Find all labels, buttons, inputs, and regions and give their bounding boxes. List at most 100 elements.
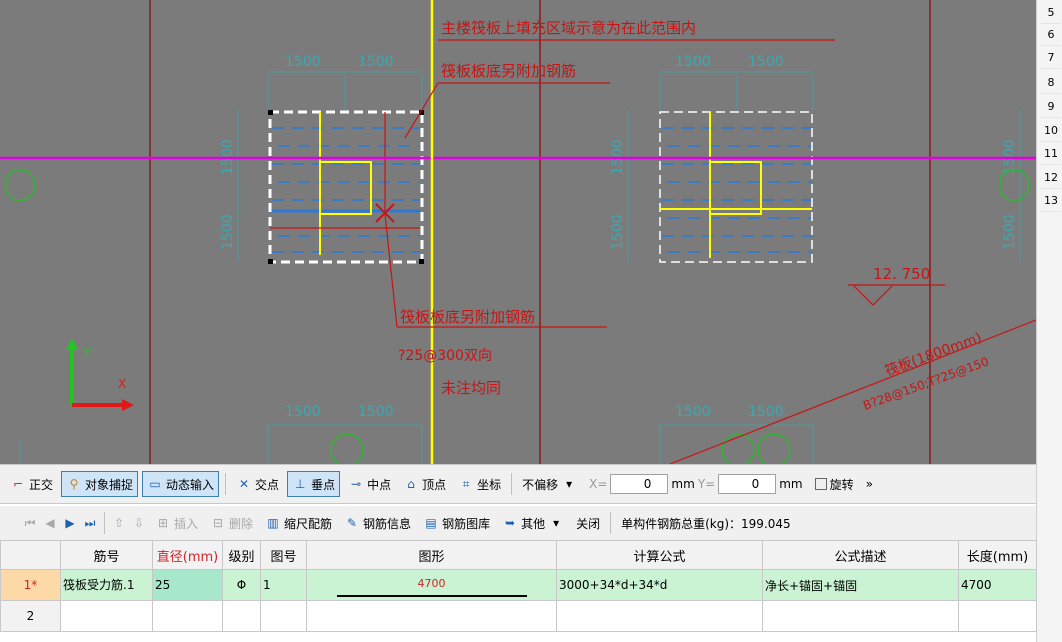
column-header[interactable]: 计算公式 bbox=[556, 540, 763, 570]
intersection-button[interactable]: ✕ 交点 bbox=[232, 472, 283, 496]
other-icon: ➥ bbox=[505, 516, 516, 530]
vertex-label: 顶点 bbox=[422, 477, 447, 492]
shape-value: 4700 bbox=[417, 577, 446, 590]
midpoint-label: 中点 bbox=[367, 477, 392, 492]
fill-note-text: 主楼筏板上填充区域示意为在此范围内 bbox=[441, 19, 696, 37]
next-record-icon[interactable]: ▶ bbox=[62, 515, 78, 531]
length-cell[interactable]: 4700 bbox=[958, 569, 1037, 601]
grade-cell[interactable] bbox=[222, 600, 261, 632]
intersection-icon: ✕ bbox=[239, 477, 250, 491]
insert-icon: ⊞ bbox=[157, 516, 169, 530]
perpendicular-button[interactable]: ⊥ 垂点 bbox=[287, 471, 341, 497]
row-number-cell[interactable]: 1* bbox=[0, 569, 61, 601]
dimension-text: 1500 bbox=[1002, 214, 1018, 250]
rebar-library-button[interactable]: ▤ 钢筋图库 bbox=[419, 511, 494, 535]
row-number: 6 bbox=[1041, 25, 1061, 46]
shape-cell[interactable]: 4700 bbox=[306, 569, 557, 601]
perpendicular-label: 垂点 bbox=[311, 477, 336, 492]
vertex-button[interactable]: ⌂ 顶点 bbox=[399, 472, 450, 496]
figure-number-cell[interactable]: 1 bbox=[260, 569, 307, 601]
move-up-icon[interactable]: ⇧ bbox=[111, 515, 127, 531]
delete-button[interactable]: ⊟ 删除 bbox=[206, 511, 257, 535]
row-number-header bbox=[0, 540, 61, 570]
pile-cap-left bbox=[268, 110, 424, 264]
rotate-toggle[interactable]: 旋转 bbox=[811, 472, 858, 496]
elevation-text: 12. 750 bbox=[873, 265, 930, 283]
ortho-button[interactable]: ⌐ 正交 bbox=[6, 472, 57, 496]
diameter-cell[interactable] bbox=[152, 600, 223, 632]
midpoint-icon: ⊸ bbox=[351, 477, 362, 491]
dimension-text: 1500 bbox=[675, 404, 711, 420]
coordinate-button[interactable]: ⌗ 坐标 bbox=[454, 472, 505, 496]
extra-rebar-text-top: 筏板板底另附加钢筋 bbox=[441, 62, 576, 80]
column-header[interactable]: 筋号 bbox=[60, 540, 153, 570]
checkbox-icon[interactable] bbox=[814, 478, 827, 490]
dynamic-input-label: 动态输入 bbox=[166, 477, 215, 492]
cad-drawing[interactable]: 1500 1500 1500 1500 1500 1500 1500 1500 … bbox=[0, 0, 1036, 464]
other-label: 其他 bbox=[521, 516, 546, 531]
more-button[interactable]: » bbox=[862, 472, 877, 496]
rebar-name-cell[interactable]: 筏板受力筋.1 bbox=[60, 569, 153, 601]
dynamic-input-button[interactable]: ▭ 动态输入 bbox=[142, 471, 220, 497]
move-down-icon[interactable]: ⇩ bbox=[131, 515, 147, 531]
formula-cell[interactable]: 3000+34*d+34*d bbox=[556, 569, 763, 601]
midpoint-button[interactable]: ⊸ 中点 bbox=[344, 472, 395, 496]
prev-record-icon[interactable]: ◀ bbox=[42, 515, 58, 531]
insert-button[interactable]: ⊞ 插入 bbox=[151, 511, 202, 535]
x-input[interactable]: 0 bbox=[610, 474, 669, 494]
formula-cell[interactable] bbox=[556, 600, 763, 632]
other-menu-button[interactable]: ➥ 其他 ▾ bbox=[498, 511, 568, 535]
first-record-icon[interactable]: ⏮ bbox=[22, 515, 38, 531]
ucs-x-label: X bbox=[118, 377, 126, 391]
description-cell[interactable]: 净长+锚固+锚固 bbox=[762, 569, 959, 601]
column-header[interactable]: 直径(mm) bbox=[152, 540, 223, 570]
figure-number-cell[interactable] bbox=[260, 600, 307, 632]
description-cell[interactable] bbox=[762, 600, 959, 632]
scale-rebar-button[interactable]: ▥ 缩尺配筋 bbox=[261, 511, 336, 535]
snap-toolbar: ⌐ 正交 ⚲ 对象捕捉 ▭ 动态输入 ✕ 交点 ⊥ 垂点 ⊸ 中点 ⌂ 顶点 ⌗ 坐标 不偏移 ▾… bbox=[0, 464, 1036, 504]
dimension-text: 1500 bbox=[220, 214, 236, 250]
table-row[interactable]: 1* 筏板受力筋.1 25 Φ 1 4700 3000+34*d+34*d 净长… bbox=[0, 569, 1037, 601]
x-label: X= bbox=[589, 477, 608, 491]
column-header[interactable]: 图号 bbox=[260, 540, 307, 570]
offset-select[interactable]: 不偏移 ▾ bbox=[518, 472, 581, 496]
object-snap-label: 对象捕捉 bbox=[85, 477, 134, 492]
dimension-text: 1500 bbox=[610, 214, 626, 250]
shape-line bbox=[336, 595, 527, 597]
pile-marker bbox=[721, 433, 755, 464]
column-header[interactable]: 公式描述 bbox=[762, 540, 959, 570]
rebar-info-button[interactable]: ✎ 钢筋信息 bbox=[340, 511, 415, 535]
last-record-icon[interactable]: ⏭ bbox=[82, 515, 98, 531]
row-number: 8 bbox=[1041, 73, 1061, 94]
dimension-text: 1500 bbox=[285, 54, 321, 70]
pile-cap-right bbox=[659, 111, 813, 263]
y-unit: mm bbox=[779, 477, 803, 491]
offset-select-value: 不偏移 bbox=[522, 477, 559, 492]
shape-cell[interactable] bbox=[306, 600, 557, 632]
object-snap-button[interactable]: ⚲ 对象捕捉 bbox=[61, 471, 139, 497]
column-header[interactable]: 级别 bbox=[222, 540, 261, 570]
rebar-table: 筋号 直径(mm) 级别 图号 图形 计算公式 公式描述 长度(mm) 1* 筏… bbox=[0, 540, 1037, 632]
dimension-text: 1500 bbox=[748, 404, 784, 420]
coordinate-icon: ⌗ bbox=[462, 477, 470, 491]
row-number-cell[interactable]: 2 bbox=[0, 600, 61, 632]
row-number: 9 bbox=[1041, 97, 1061, 118]
chevron-down-icon: ▾ bbox=[566, 477, 573, 491]
column-header[interactable]: 图形 bbox=[306, 540, 557, 570]
perpendicular-icon: ⊥ bbox=[294, 477, 306, 491]
dimension-text: 1500 bbox=[748, 54, 784, 70]
intersection-label: 交点 bbox=[255, 477, 280, 492]
diameter-cell[interactable]: 25 bbox=[152, 569, 223, 601]
toolbar-separator bbox=[225, 473, 227, 495]
close-button[interactable]: 关闭 bbox=[572, 511, 604, 535]
table-row[interactable]: 2 bbox=[0, 600, 1037, 632]
dimension-text: 1500 bbox=[675, 54, 711, 70]
length-cell[interactable] bbox=[958, 600, 1037, 632]
grade-cell[interactable]: Φ bbox=[222, 569, 261, 601]
drawing-canvas[interactable]: 1500 1500 1500 1500 1500 1500 1500 1500 … bbox=[0, 0, 1036, 464]
rebar-name-cell[interactable] bbox=[60, 600, 153, 632]
y-input[interactable]: 0 bbox=[718, 474, 777, 494]
rebar-info-label: 钢筋信息 bbox=[363, 516, 412, 531]
column-header[interactable]: 长度(mm) bbox=[958, 540, 1037, 570]
info-icon: ✎ bbox=[347, 516, 358, 530]
